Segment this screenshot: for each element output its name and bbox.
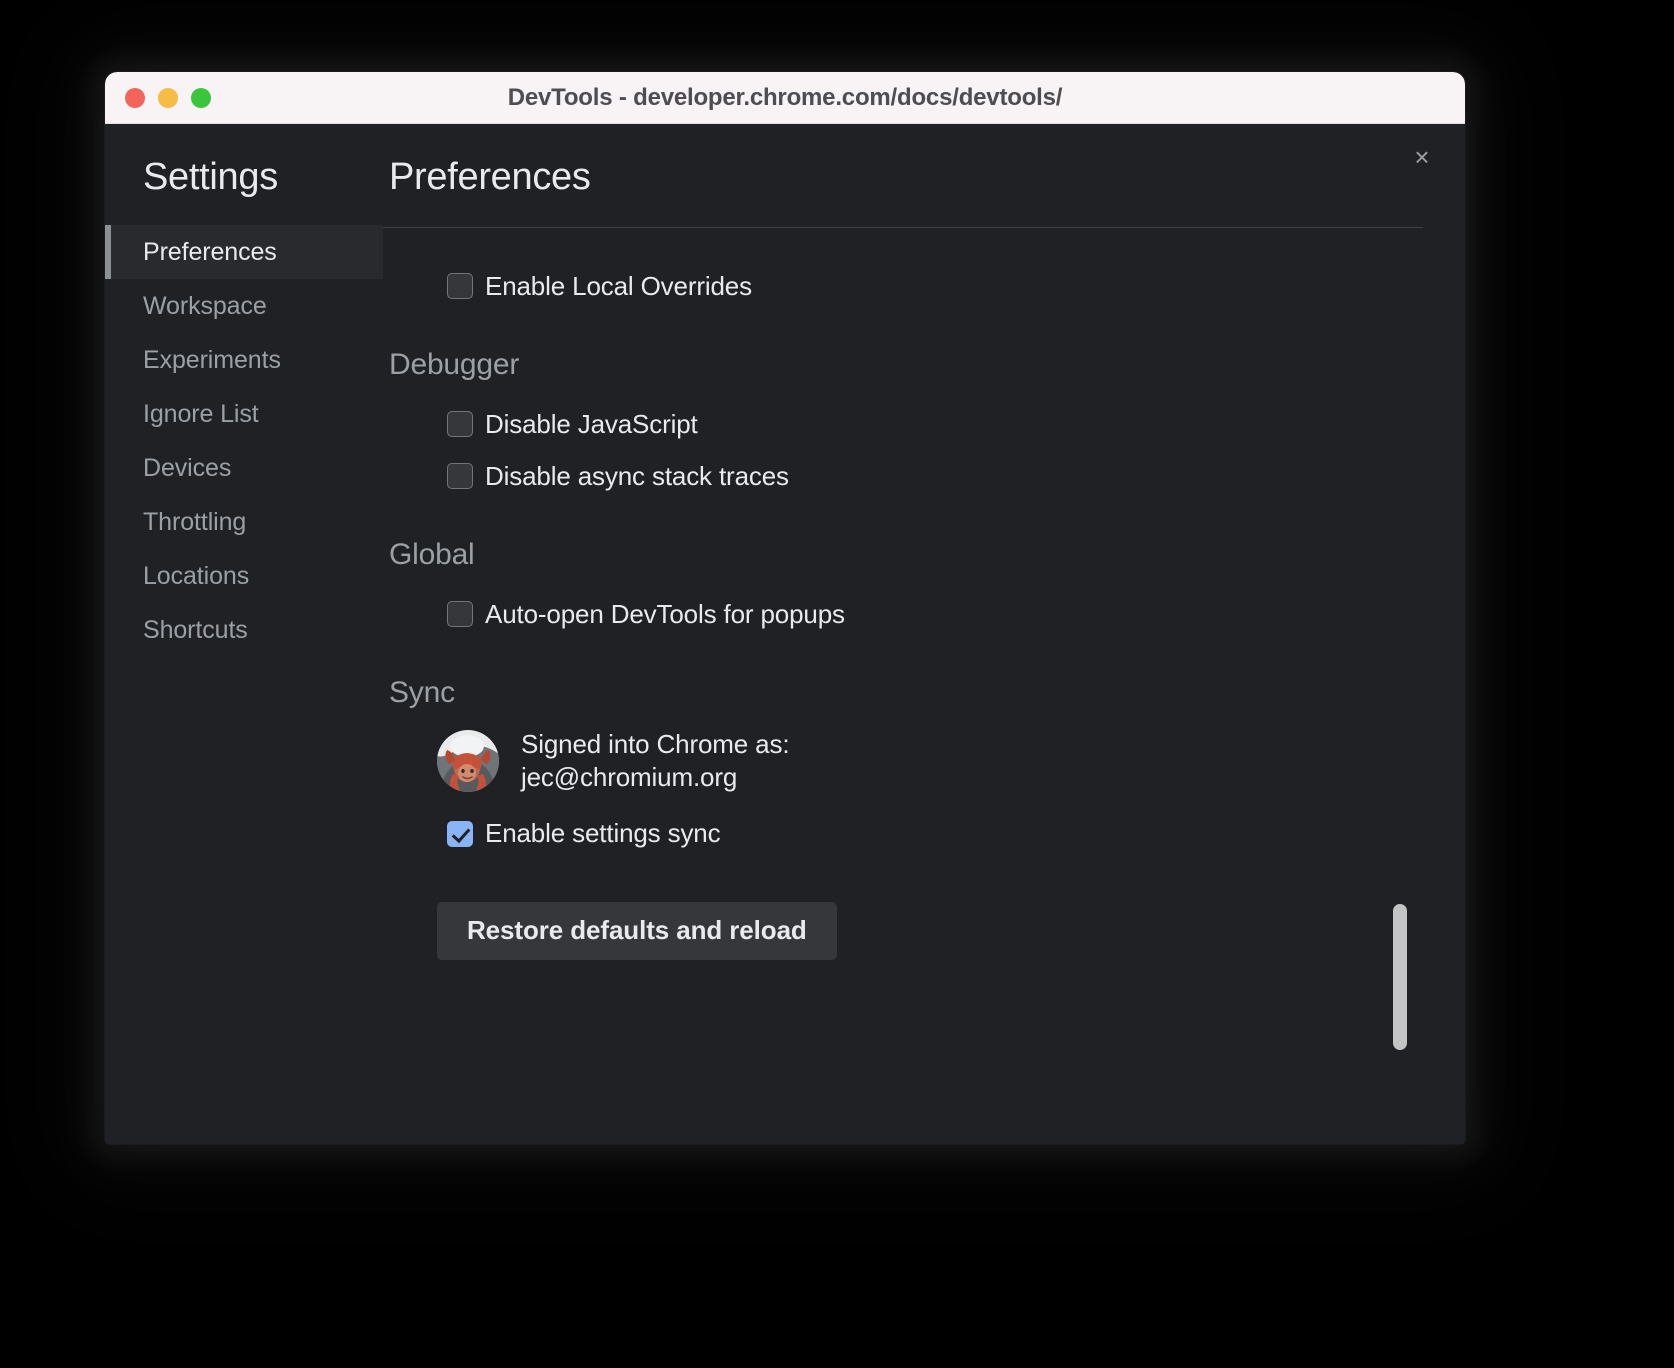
setting-auto-open-devtools-for-popups[interactable]: Auto-open DevTools for popups (389, 588, 1423, 640)
window-title: DevTools - developer.chrome.com/docs/dev… (105, 72, 1465, 123)
account-info: Signed into Chrome as: jec@chromium.org (389, 728, 1423, 794)
sidebar-item-shortcuts[interactable]: Shortcuts (105, 603, 383, 657)
section-heading-debugger: Debugger (389, 348, 1423, 382)
preferences-scroll-area[interactable]: Enable Local Overrides Debugger Disable … (383, 227, 1423, 1144)
sidebar-item-experiments[interactable]: Experiments (105, 333, 383, 387)
account-text: Signed into Chrome as: jec@chromium.org (521, 728, 789, 794)
sidebar-item-ignore-list[interactable]: Ignore List (105, 387, 383, 441)
scrollbar-thumb[interactable] (1393, 904, 1407, 1050)
restore-defaults-button[interactable]: Restore defaults and reload (437, 902, 837, 960)
settings-dialog: × Settings Preferences Workspace Experim… (105, 124, 1465, 1144)
account-email: jec@chromium.org (521, 762, 737, 792)
page-title: Settings (105, 156, 383, 199)
sidebar-item-workspace[interactable]: Workspace (105, 279, 383, 333)
section-heading-global: Global (389, 538, 1423, 572)
traffic-light-group (125, 88, 211, 108)
sidebar-item-label: Devices (143, 454, 231, 483)
avatar (437, 730, 499, 792)
preferences-panel: Preferences Enable Local Overrides Debug… (383, 124, 1465, 1144)
panel-title: Preferences (383, 156, 1465, 199)
restore-defaults-wrap: Restore defaults and reload (389, 902, 1423, 960)
setting-label: Disable JavaScript (485, 409, 698, 440)
sidebar-item-label: Ignore List (143, 400, 259, 429)
sidebar-item-label: Preferences (143, 238, 277, 267)
section-heading-sync: Sync (389, 676, 1423, 710)
setting-disable-javascript[interactable]: Disable JavaScript (389, 398, 1423, 450)
settings-sidebar: Settings Preferences Workspace Experimen… (105, 124, 383, 1144)
setting-label: Auto-open DevTools for popups (485, 599, 845, 630)
setting-label: Disable async stack traces (485, 461, 789, 492)
checkbox-enable-settings-sync[interactable] (447, 821, 473, 847)
sidebar-item-locations[interactable]: Locations (105, 549, 383, 603)
checkbox-enable-local-overrides[interactable] (447, 273, 473, 299)
signed-in-line: Signed into Chrome as: (521, 729, 789, 759)
sidebar-item-label: Shortcuts (143, 616, 248, 645)
checkbox-disable-async-stack-traces[interactable] (447, 463, 473, 489)
sidebar-item-label: Experiments (143, 346, 281, 375)
sidebar-item-label: Workspace (143, 292, 267, 321)
zoom-window-icon[interactable] (191, 88, 211, 108)
setting-enable-settings-sync[interactable]: Enable settings sync (389, 808, 1423, 860)
setting-disable-async-stack-traces[interactable]: Disable async stack traces (389, 450, 1423, 502)
sidebar-item-throttling[interactable]: Throttling (105, 495, 383, 549)
screen: DevTools - developer.chrome.com/docs/dev… (0, 0, 1674, 1368)
setting-label: Enable settings sync (485, 818, 720, 849)
scrollbar-track[interactable] (1393, 390, 1407, 1120)
sidebar-item-label: Locations (143, 562, 249, 591)
setting-enable-local-overrides[interactable]: Enable Local Overrides (389, 260, 1423, 312)
sidebar-item-devices[interactable]: Devices (105, 441, 383, 495)
minimize-window-icon[interactable] (158, 88, 178, 108)
setting-label: Enable Local Overrides (485, 271, 752, 302)
sidebar-item-label: Throttling (143, 508, 246, 537)
checkbox-auto-open-devtools-for-popups[interactable] (447, 601, 473, 627)
sidebar-item-preferences[interactable]: Preferences (105, 225, 383, 279)
window-titlebar: DevTools - developer.chrome.com/docs/dev… (105, 72, 1465, 124)
devtools-window: DevTools - developer.chrome.com/docs/dev… (105, 72, 1465, 1144)
checkbox-disable-javascript[interactable] (447, 411, 473, 437)
close-window-icon[interactable] (125, 88, 145, 108)
